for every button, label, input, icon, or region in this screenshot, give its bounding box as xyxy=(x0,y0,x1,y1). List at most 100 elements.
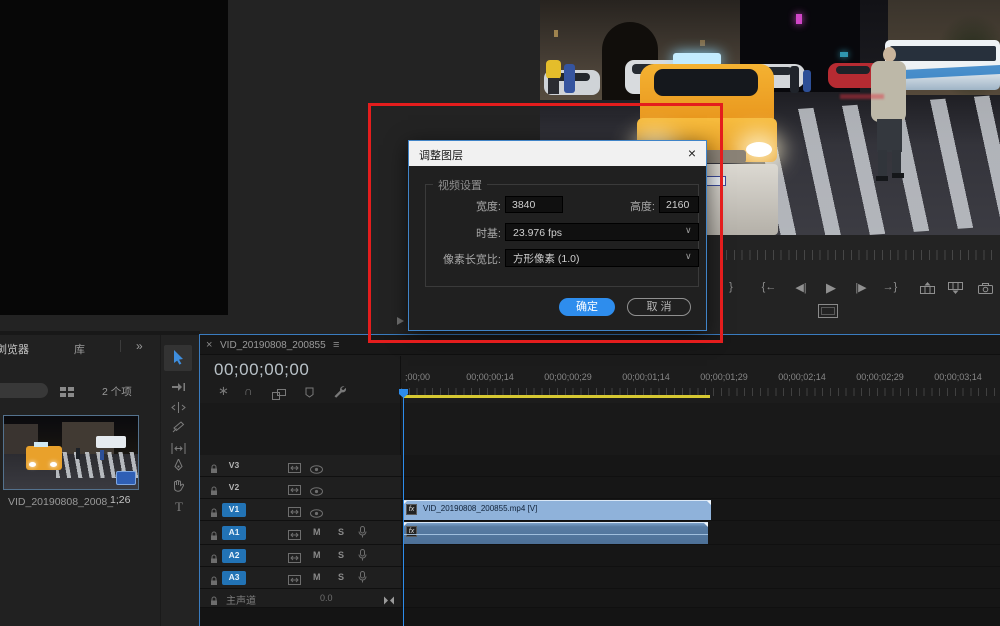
tab-divider xyxy=(120,340,121,352)
ok-button[interactable]: 确定 xyxy=(559,298,615,316)
man-pants xyxy=(877,119,902,152)
track-badge-a2[interactable]: A2 xyxy=(222,549,246,563)
type-tool[interactable]: T xyxy=(175,499,183,515)
video-clip-label: VID_20190808_200855.mp4 [V] xyxy=(423,504,537,513)
source-monitor-panel xyxy=(0,0,228,315)
play-button[interactable]: ▶ xyxy=(818,280,844,296)
fx-badge: fx xyxy=(406,526,417,537)
neon-light xyxy=(840,52,848,57)
width-input[interactable]: 3840 xyxy=(505,196,563,213)
mute-button[interactable]: M xyxy=(313,550,321,560)
audio-volume-band[interactable] xyxy=(403,534,708,535)
monitor-mini-ruler[interactable] xyxy=(726,250,996,260)
adjustment-layer-dialog: 调整图层 × 视频设置 宽度: 3840 高度: 2160 时基: 23.976… xyxy=(408,140,707,331)
mic-icon[interactable] xyxy=(358,525,367,543)
track-badge-v3[interactable]: V3 xyxy=(222,459,246,472)
slip-tool[interactable] xyxy=(171,441,186,459)
pixel-aspect-label: 像素长宽比: xyxy=(415,251,501,267)
man-head xyxy=(883,47,896,62)
ripple-edit-tool[interactable] xyxy=(171,400,186,418)
pen-tool[interactable] xyxy=(173,459,184,477)
sync-lock-icon[interactable] xyxy=(288,572,301,590)
go-to-out-button[interactable]: →} xyxy=(877,281,903,293)
lock-icon[interactable] xyxy=(210,528,218,546)
track-content-v2[interactable] xyxy=(401,477,1000,499)
mic-icon[interactable] xyxy=(358,548,367,566)
chevron-down-icon: ∨ xyxy=(685,251,692,262)
premiere-app-window: } {← ◀| ▶ |▶ →} 媒体浏览器 库 » 2 个项 xyxy=(0,0,1000,626)
timeline-tab-menu-icon[interactable]: ≡ xyxy=(333,339,339,351)
timeline-settings-icon[interactable] xyxy=(333,385,346,403)
ripple-edit-icon xyxy=(171,402,186,413)
master-track-content xyxy=(401,589,1000,608)
timebase-dropdown[interactable]: 23.976 fps xyxy=(505,223,699,241)
sync-lock-icon[interactable] xyxy=(288,504,301,522)
track-badge-a3[interactable]: A3 xyxy=(222,571,246,585)
video-settings-label: 视频设置 xyxy=(433,177,487,193)
tab-media-browser[interactable]: 媒体浏览器 xyxy=(0,341,29,357)
height-label: 高度: xyxy=(609,198,655,214)
comparison-view-button[interactable] xyxy=(818,304,838,318)
mark-out-button[interactable]: } xyxy=(718,281,744,293)
track-content-a3[interactable] xyxy=(401,567,1000,589)
clip-usage-badge xyxy=(116,471,136,485)
sync-lock-icon[interactable] xyxy=(288,482,301,500)
hand-tool[interactable] xyxy=(172,479,184,497)
clip-name[interactable]: VID_20190808_2008_ xyxy=(8,496,113,508)
camera-icon xyxy=(978,283,993,294)
neon-light xyxy=(796,14,802,24)
sync-lock-icon[interactable] xyxy=(288,550,301,568)
master-level-value[interactable]: 0.0 xyxy=(320,593,333,603)
track-badge-a1[interactable]: A1 xyxy=(222,526,246,540)
taxi-headlight xyxy=(746,142,772,157)
hand-icon xyxy=(172,479,184,492)
play-triangle-glimpse xyxy=(397,317,404,325)
item-count: 2 个项 xyxy=(102,384,132,399)
cancel-button[interactable]: 取 消 xyxy=(627,298,691,316)
nest-toggle-icon[interactable]: ∗ xyxy=(218,383,229,399)
go-to-in-button[interactable]: {← xyxy=(756,281,782,293)
mute-button[interactable]: M xyxy=(313,527,321,537)
dialog-titlebar[interactable]: 调整图层 × xyxy=(409,141,706,166)
search-input[interactable] xyxy=(0,383,48,398)
mic-icon[interactable] xyxy=(358,570,367,588)
height-input[interactable]: 2160 xyxy=(659,196,699,213)
step-forward-button[interactable]: |▶ xyxy=(848,281,874,294)
ruler-label: 00;00;02;14 xyxy=(778,372,826,382)
solo-button[interactable]: S xyxy=(338,527,344,537)
track-badge-v2[interactable]: V2 xyxy=(222,481,246,494)
export-frame-button[interactable] xyxy=(978,281,993,299)
track-select-tool[interactable] xyxy=(171,379,186,397)
selection-tool[interactable] xyxy=(164,345,192,371)
tab-library[interactable]: 库 xyxy=(74,341,85,357)
clip-duration: 1;26 xyxy=(110,494,130,506)
timeline-tab-close-icon[interactable]: × xyxy=(206,339,212,351)
add-marker-icon[interactable] xyxy=(305,386,314,404)
lift-button[interactable] xyxy=(920,281,935,299)
taxi-windshield xyxy=(654,69,758,96)
track-badge-v1[interactable]: V1 xyxy=(222,503,246,517)
step-back-button[interactable]: ◀| xyxy=(788,281,814,294)
track-content-v3[interactable] xyxy=(401,455,1000,477)
pen-icon xyxy=(173,459,184,472)
solo-button[interactable]: S xyxy=(338,550,344,560)
panel-more-icon[interactable]: » xyxy=(136,339,143,353)
sync-lock-icon[interactable] xyxy=(288,460,301,478)
master-track-label: 主声道 xyxy=(226,592,256,607)
track-content-a2[interactable] xyxy=(401,545,1000,567)
extract-button[interactable] xyxy=(948,281,963,299)
pedestrian xyxy=(803,70,811,92)
dialog-close-icon[interactable]: × xyxy=(688,145,696,161)
view-toggle-button[interactable] xyxy=(60,385,74,403)
timeline-tab-title[interactable]: VID_20190808_200855 xyxy=(220,340,326,351)
razor-tool[interactable] xyxy=(172,420,185,438)
pixel-aspect-dropdown[interactable]: 方形像素 (1.0) xyxy=(505,249,699,267)
sync-lock-icon[interactable] xyxy=(288,527,301,545)
snap-toggle-icon[interactable]: ∩ xyxy=(244,384,253,398)
solo-button[interactable]: S xyxy=(338,572,344,582)
mute-button[interactable]: M xyxy=(313,572,321,582)
clip-thumbnail[interactable] xyxy=(4,416,138,489)
audio-clip[interactable]: fx xyxy=(403,522,708,544)
timeline-timecode[interactable]: 00;00;00;00 xyxy=(214,360,309,380)
video-clip[interactable]: fx VID_20190808_200855.mp4 [V] xyxy=(403,500,711,520)
